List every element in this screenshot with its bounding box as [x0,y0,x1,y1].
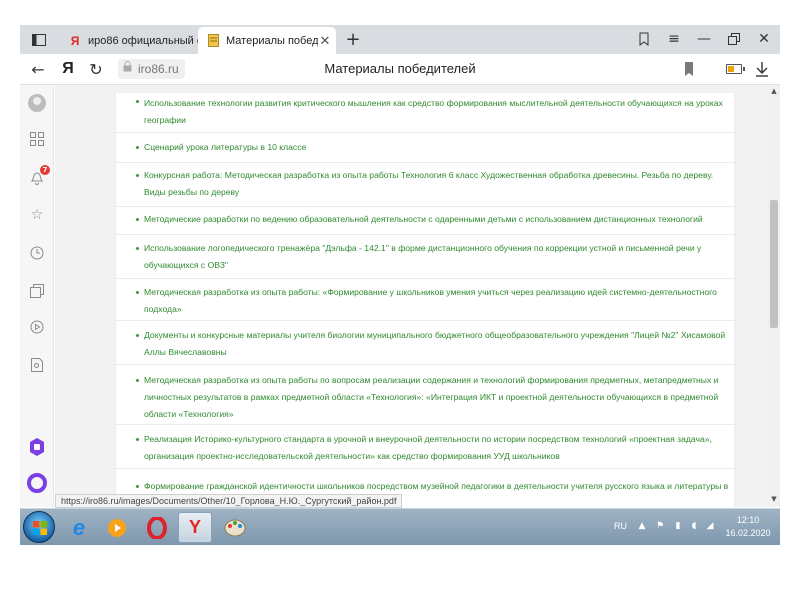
document-link[interactable]: Документы и конкурсные материалы учителя… [144,330,725,357]
volume-icon[interactable]: ◖ [688,520,700,532]
new-tab-icon[interactable]: + [342,28,364,50]
browser-window: Я иро86 официальный сайт Материалы побед… [20,25,780,545]
browser-sidebar: 7 ☆ [20,85,54,507]
document-icon [206,34,220,48]
reload-icon[interactable]: ↻ [84,57,108,81]
list-item[interactable]: Конкурсная работа: Методическая разработ… [116,163,736,207]
alice-icon[interactable] [27,437,47,457]
list-item[interactable]: Методическая разработка из опыта работы … [116,365,736,425]
vertical-scrollbar[interactable]: ▲ ▼ [768,85,780,507]
back-icon[interactable]: ← [26,57,50,81]
profile-avatar[interactable] [27,93,47,113]
search-doc-icon[interactable] [27,355,47,375]
battery-saver-icon[interactable] [726,64,745,74]
download-icon[interactable] [750,57,774,81]
status-link-url: https://iro86.ru/images/Documents/Other/… [55,494,403,508]
yandex-logo-icon[interactable]: Я [56,57,80,81]
play-icon[interactable] [27,317,47,337]
avatar [28,94,46,112]
scroll-up-arrow-icon[interactable]: ▲ [769,87,779,97]
show-hidden-icons-icon[interactable]: ▲ [636,520,648,532]
document-link[interactable]: Использование логопедического тренажёра … [144,243,701,270]
scroll-thumb[interactable] [770,200,778,328]
opera-icon[interactable] [140,512,174,543]
document-link[interactable]: Использование технологии развития критич… [144,98,723,125]
clock-icon[interactable] [27,243,47,263]
system-clock[interactable]: 12:10 16.02.2020 [720,514,776,540]
url-field[interactable]: iro86.ru [118,59,185,79]
list-item[interactable]: Сценарий урока литературы в 10 классе [116,133,736,163]
document-link[interactable]: Методическая разработка из опыта работы:… [144,287,717,314]
menu-icon[interactable]: ≡ [660,27,688,51]
tab-label: иро86 официальный сайт [88,34,198,47]
tab-materials-winners[interactable]: Материалы победителей ✕ [198,27,336,54]
flag-icon[interactable]: ⚑ [654,520,666,532]
alice-voice-icon[interactable] [27,473,47,493]
tab-label: Материалы победителей [226,34,318,47]
clock-time: 12:10 [736,515,760,525]
minimize-icon[interactable]: — [690,27,718,51]
tabs-panel-icon[interactable] [24,25,54,54]
lock-icon [123,59,132,79]
collections-icon[interactable] [27,281,47,301]
language-indicator[interactable]: RU [614,521,627,531]
clock-date: 16.02.2020 [725,528,771,538]
grid-icon[interactable] [27,129,47,149]
page-title: Материалы победителей [324,61,476,76]
address-bar: ← Я ↻ iro86.ru Материалы победителей [20,54,780,85]
start-button[interactable] [23,511,55,543]
battery-icon[interactable]: ▮ [672,520,684,532]
tab-iro86-official[interactable]: Я иро86 официальный сайт [60,27,198,54]
media-player-icon[interactable] [100,512,134,543]
yandex-y-icon: Я [70,33,80,48]
document-link[interactable]: Конкурсная работа: Методическая разработ… [144,170,713,197]
tab-strip: Я иро86 официальный сайт Материалы побед… [20,25,780,54]
restore-icon[interactable] [720,27,748,51]
list-item[interactable]: Использование технологии развития критич… [116,93,736,133]
document-link[interactable]: Сценарий урока литературы в 10 классе [144,142,306,152]
taskbar: e Y RU ▲ ⚑ ▮ ◖ ◢ 12:10 16.02.2020 [20,508,780,545]
ie-icon[interactable]: e [62,512,96,543]
document-link[interactable]: Методические разработки по ведению образ… [144,214,703,224]
paint-icon[interactable] [218,512,252,543]
yandex-browser-icon[interactable]: Y [178,512,212,543]
list-item[interactable]: Методическая разработка из опыта работы:… [116,279,736,321]
close-tab-icon[interactable]: ✕ [318,33,332,49]
notification-badge: 7 [40,165,50,175]
document-link[interactable]: Методическая разработка из опыта работы … [144,375,718,419]
screenshot: Я иро86 официальный сайт Материалы побед… [0,0,800,600]
url-domain-text: iro86.ru [138,62,179,76]
list-item[interactable]: Реализация Историко-культурного стандарт… [116,425,736,469]
document-link[interactable]: Реализация Историко-культурного стандарт… [144,434,712,461]
document-link[interactable]: Формирование гражданской идентичности шк… [144,481,728,491]
bell-icon[interactable]: 7 [27,165,50,187]
list-item[interactable]: Документы и конкурсные материалы учителя… [116,321,736,365]
bookmarks-manager-icon[interactable] [630,27,658,51]
scroll-down-arrow-icon[interactable]: ▼ [769,495,779,505]
bookmark-icon[interactable] [684,61,698,77]
list-item[interactable]: Методические разработки по ведению образ… [116,207,736,235]
close-window-icon[interactable]: ✕ [750,27,778,51]
star-icon[interactable]: ☆ [27,205,47,225]
page-content: Использование технологии развития критич… [55,85,768,507]
list-item[interactable]: Использование логопедического тренажёра … [116,235,736,279]
documents-panel: Использование технологии развития критич… [115,93,736,507]
windows-logo-icon [33,521,47,535]
network-icon[interactable]: ◢ [704,520,716,532]
